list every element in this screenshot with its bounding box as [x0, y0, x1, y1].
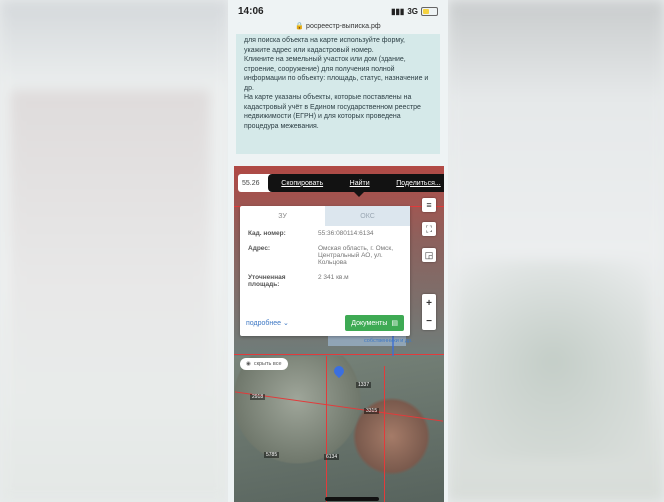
context-menu-caret	[354, 192, 364, 197]
row-label: Уточненная площадь:	[248, 274, 286, 288]
url-text: росреестр-выписка.рф	[306, 23, 381, 30]
home-indicator	[325, 497, 379, 501]
card-row-area: Уточненная площадь: 2 341 кв.м	[240, 270, 410, 292]
context-menu: Скопировать Найти Поделиться...	[268, 174, 444, 192]
row-label: Адрес:	[248, 245, 271, 252]
parcel-label: 1337	[356, 382, 372, 388]
parcel-info-card: ЗУ ОКС Кад. номер: 55:36:080114:6134 Адр…	[240, 206, 410, 336]
owners-link[interactable]: собственники и др.	[364, 338, 413, 344]
tab-oks[interactable]: ОКС	[325, 206, 410, 226]
info-paragraph: Кликните на земельный участок или дом (з…	[244, 56, 429, 92]
parcel-label: 5785	[264, 452, 280, 458]
documents-button[interactable]: Документы ▤	[345, 315, 404, 331]
card-row-address: Адрес: Омская область, г. Омск, Централь…	[240, 241, 410, 270]
row-value: Омская область, г. Омск, Центральный АО,…	[318, 245, 393, 266]
parcel-boundary	[384, 366, 385, 502]
hide-all-toggle[interactable]: ◉ скрыть все	[240, 358, 288, 370]
background-left	[0, 0, 228, 502]
documents-label: Документы	[351, 319, 388, 327]
info-text-block: для поиска объекта на карте используйте …	[236, 34, 440, 154]
measure-icon[interactable]: ◲	[422, 248, 436, 262]
network-type: 3G	[407, 6, 418, 16]
battery-icon	[421, 6, 438, 16]
document-icon: ▤	[391, 320, 398, 327]
row-label: Кад. номер:	[248, 230, 286, 237]
parcel-label: 2918	[250, 394, 266, 400]
zoom-out-button[interactable]: −	[422, 312, 436, 330]
zoom-control: + −	[422, 294, 436, 330]
lock-icon: 🔒	[295, 23, 305, 30]
parcel-label: 3315	[364, 408, 380, 414]
parcel-boundary	[234, 354, 444, 355]
fullscreen-icon[interactable]: ⛶	[422, 222, 436, 236]
layers-icon[interactable]: ≡	[422, 198, 436, 212]
row-value: 2 341 кв.м	[318, 274, 349, 281]
info-paragraph: для поиска объекта на карте используйте …	[244, 37, 405, 54]
coordinates-text: 55.26	[242, 179, 260, 187]
parcel-label: 6134	[324, 454, 340, 460]
copy-button[interactable]: Скопировать	[281, 180, 323, 187]
card-row-cadastral: Кад. номер: 55:36:080114:6134	[240, 226, 410, 241]
find-button[interactable]: Найти	[350, 180, 370, 187]
row-value: 55:36:080114:6134	[318, 230, 374, 237]
status-indicators: ▮▮▮ 3G	[391, 6, 438, 16]
chevron-down-icon: ⌄	[283, 320, 289, 327]
card-tabs: ЗУ ОКС	[240, 206, 410, 226]
tab-zu[interactable]: ЗУ	[240, 206, 325, 226]
cadastral-map[interactable]: 55.26 Скопировать Найти Поделиться... ЗУ…	[234, 166, 444, 502]
zoom-in-button[interactable]: +	[422, 294, 436, 312]
eye-icon: ◉	[246, 361, 251, 367]
status-time: 14:06	[238, 5, 264, 17]
more-details-label: подробнее	[246, 320, 282, 327]
background-right	[448, 0, 664, 502]
parcel-boundary	[326, 356, 327, 502]
status-bar: 14:06 ▮▮▮ 3G	[228, 0, 448, 22]
info-paragraph: На карте указаны объекты, которые постав…	[244, 94, 421, 130]
signal-icon: ▮▮▮	[391, 6, 405, 16]
url-bar[interactable]: 🔒 росреестр-выписка.рф	[228, 22, 448, 34]
card-footer: подробнее ⌄ Документы ▤	[240, 310, 410, 336]
more-details-link[interactable]: подробнее ⌄	[246, 319, 289, 327]
share-button[interactable]: Поделиться...	[396, 180, 441, 187]
hide-all-label: скрыть все	[253, 361, 282, 367]
